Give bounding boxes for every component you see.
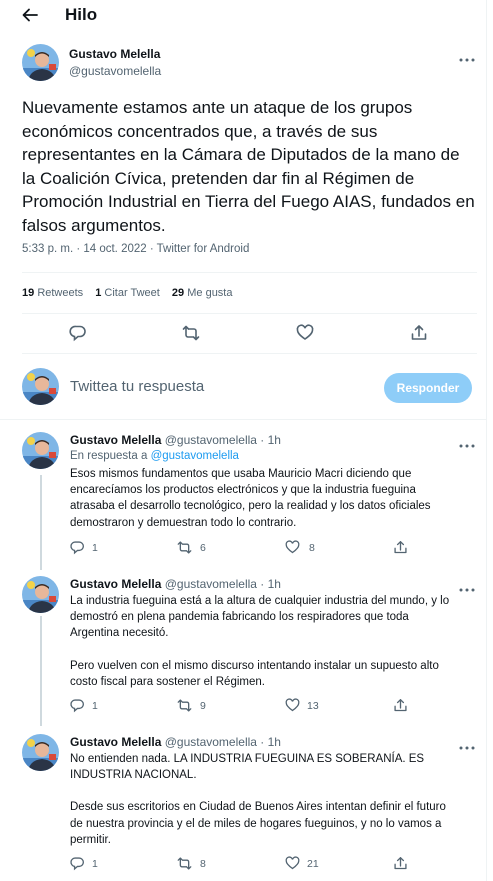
likes-stat[interactable]: 29 Me gusta (172, 287, 233, 299)
tweet-timestamp[interactable]: 5:33 p. m. · 14 oct. 2022 · Twitter for … (22, 243, 249, 255)
like-icon[interactable] (285, 856, 300, 871)
share-icon[interactable] (393, 698, 408, 713)
thread-line (40, 616, 42, 726)
divider (0, 419, 487, 420)
tweet-text: Nuevamente estamos ante un ataque de los… (22, 98, 475, 235)
divider (22, 313, 477, 314)
share-icon[interactable] (410, 324, 428, 342)
divider (22, 272, 477, 273)
retweet-count: 8 (200, 858, 206, 870)
like-icon[interactable] (285, 698, 300, 713)
like-count: 21 (307, 858, 319, 870)
reply-button[interactable]: Responder (384, 373, 472, 403)
more-options-icon[interactable] (459, 50, 475, 62)
like-icon[interactable] (285, 540, 300, 555)
reply-text: No entienden nada. LA INDUSTRIA FUEGUINA… (70, 753, 446, 846)
like-count: 13 (307, 700, 319, 712)
in-reply-to: En respuesta a @gustavomelella (70, 450, 239, 462)
more-options-icon[interactable] (459, 580, 475, 592)
share-icon[interactable] (393, 540, 408, 555)
in-reply-handle-link[interactable]: @gustavomelella (151, 450, 239, 462)
author-handle[interactable]: @gustavomelella (69, 64, 161, 78)
reply-meta: @gustavomelella · 1h (164, 577, 281, 591)
retweet-icon[interactable] (177, 698, 192, 713)
like-icon[interactable] (296, 324, 314, 342)
reply-author-name[interactable]: Gustavo Melella @gustavomelella · 1h (70, 577, 281, 591)
reply-meta: @gustavomelella · 1h (164, 433, 281, 447)
reply-avatar[interactable] (22, 734, 59, 771)
reply-input[interactable]: Twittea tu respuesta (70, 378, 204, 395)
reply-avatar[interactable] (22, 432, 59, 469)
reply-meta: @gustavomelella · 1h (164, 735, 281, 749)
reply-count: 1 (92, 858, 98, 870)
retweet-icon[interactable] (182, 324, 200, 342)
reply-icon[interactable] (70, 698, 85, 713)
retweets-stat[interactable]: 19 Retweets (22, 287, 83, 299)
quotes-stat[interactable]: 1 Citar Tweet (95, 287, 160, 299)
thread-page: Hilo Gustavo Melella @gustavomelella Nue… (0, 0, 487, 881)
reply-icon[interactable] (70, 856, 85, 871)
reply-avatar[interactable] (22, 576, 59, 613)
retweet-icon[interactable] (177, 856, 192, 871)
tweet-stats: 19 Retweets 1 Citar Tweet 29 Me gusta (22, 287, 241, 299)
back-arrow-icon[interactable] (20, 5, 40, 25)
retweet-count: 9 (200, 700, 206, 712)
reply-author-name[interactable]: Gustavo Melella @gustavomelella · 1h (70, 433, 281, 447)
reply-icon[interactable] (70, 540, 85, 555)
thread-header: Hilo (0, 0, 487, 30)
author-name[interactable]: Gustavo Melella (69, 47, 160, 61)
reply-text: La industria fueguina está a la altura d… (70, 595, 450, 688)
reply-text: Esos mismos fundamentos que usaba Mauric… (70, 468, 431, 529)
reply-author-name[interactable]: Gustavo Melella @gustavomelella · 1h (70, 735, 281, 749)
reply-count: 1 (92, 700, 98, 712)
thread-line (40, 475, 42, 570)
reply-icon[interactable] (69, 324, 87, 342)
share-icon[interactable] (393, 856, 408, 871)
like-count: 8 (309, 542, 315, 554)
retweet-icon[interactable] (177, 540, 192, 555)
author-avatar[interactable] (22, 44, 59, 81)
more-options-icon[interactable] (459, 436, 475, 448)
page-title: Hilo (65, 5, 98, 24)
divider (22, 353, 477, 354)
more-options-icon[interactable] (459, 738, 475, 750)
reply-count: 1 (92, 542, 98, 554)
retweet-count: 6 (200, 542, 206, 554)
composer-avatar (22, 368, 59, 405)
